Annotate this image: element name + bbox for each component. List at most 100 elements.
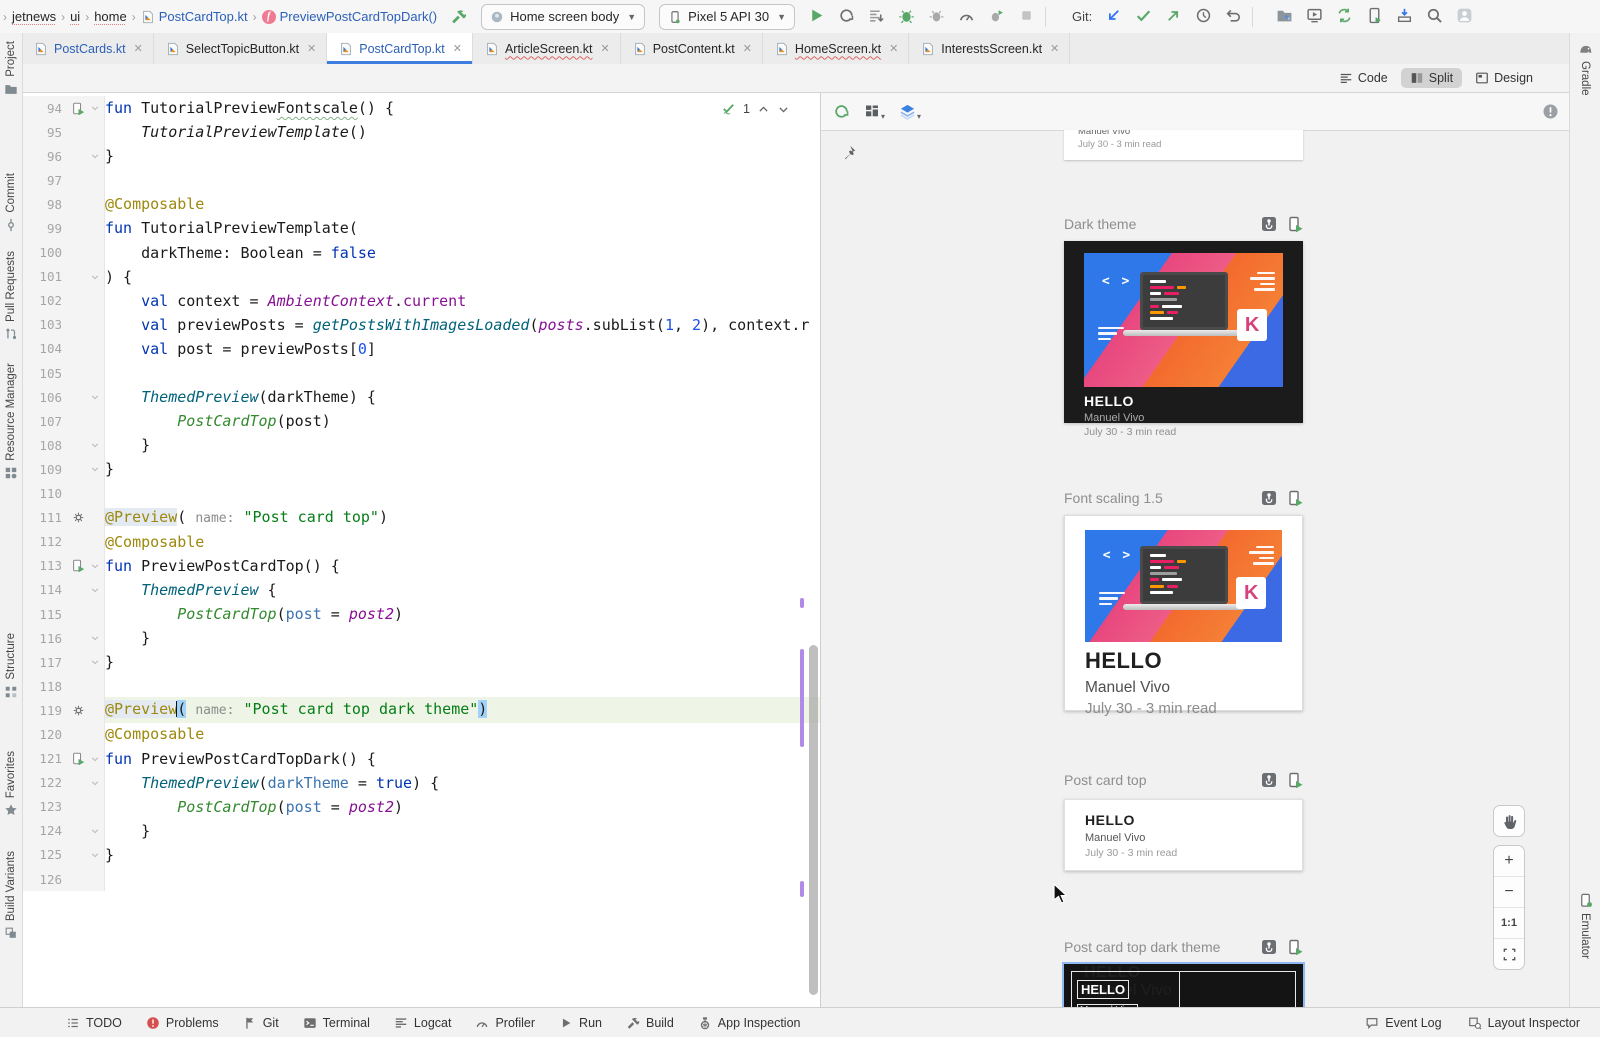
devexp-button[interactable]	[1276, 7, 1293, 24]
statusbar-item-problems[interactable]: Problems	[146, 1016, 219, 1030]
statusbar-item-logcat[interactable]: Logcat	[394, 1016, 452, 1030]
gutter-action[interactable]	[68, 102, 88, 115]
code-line-109[interactable]: 109 }	[22, 457, 820, 481]
close-icon[interactable]: ✕	[600, 42, 609, 55]
issues-icon[interactable]	[1542, 103, 1559, 120]
statusbar-item-layout-inspector[interactable]: Layout Inspector	[1468, 1016, 1580, 1030]
deploy-preview-button[interactable]	[1287, 215, 1303, 233]
preview-card-post-card-top[interactable]: < > K HELLO Manuel Vivo July 30 - 3 min …	[1064, 799, 1303, 871]
code-line-114[interactable]: 114 ThemedPreview {	[22, 578, 820, 602]
issues-icon[interactable]	[1542, 103, 1559, 120]
code-line-121[interactable]: 121 fun PreviewPostCardTopDark() {	[22, 747, 820, 771]
tool-window-button-gradle[interactable]: Gradle	[1570, 41, 1600, 96]
code-line-105[interactable]: 105	[22, 361, 820, 385]
preview-card-dark-theme[interactable]: < > K HELLO Manuel Vivo July 30 - 3 min …	[1064, 241, 1303, 423]
tool-window-button-favorites[interactable]: Favorites	[0, 751, 22, 817]
editor-tab[interactable]: HomeScreen.kt✕	[763, 33, 909, 64]
pan-button[interactable]	[1493, 805, 1525, 837]
check-button[interactable]	[1135, 7, 1152, 24]
applych-button[interactable]	[838, 7, 855, 24]
refresh-preview-icon[interactable]	[833, 103, 850, 120]
statusbar-item-app-inspection[interactable]: App Inspection	[698, 1016, 801, 1030]
statusbar-item-git[interactable]: Git	[243, 1016, 279, 1030]
gutter-action[interactable]	[68, 559, 88, 572]
chevron-up-icon[interactable]	[757, 102, 770, 116]
debug-button[interactable]	[898, 7, 915, 24]
chevup-icon[interactable]	[757, 103, 770, 116]
code-line-95[interactable]: 95 TutorialPreviewTemplate()	[22, 120, 820, 144]
fold-marker-icon[interactable]	[91, 104, 99, 112]
statusbar-item-todo[interactable]: TODO	[66, 1016, 122, 1030]
statusbar-item-run[interactable]: Run	[559, 1016, 602, 1030]
close-icon[interactable]: ✕	[1050, 42, 1059, 55]
tool-window-button-build-variants[interactable]: Build Variants	[0, 851, 22, 940]
tool-window-button-structure[interactable]: Structure	[0, 633, 22, 699]
gutter-action[interactable]	[68, 511, 88, 524]
code-line-123[interactable]: 123 PostCardTop(post = post2)	[22, 795, 820, 819]
editor-tab[interactable]: PostCards.kt✕	[22, 33, 154, 64]
devmgr-button[interactable]	[1306, 7, 1323, 24]
attach-button[interactable]	[928, 7, 945, 24]
pin-icon[interactable]	[840, 144, 857, 161]
layoutval-button[interactable]	[1366, 7, 1383, 24]
breadcrumb-item[interactable]: home	[94, 9, 127, 24]
code-line-102[interactable]: 102 val context = AmbientContext.current	[22, 289, 820, 313]
tool-window-button-emulator[interactable]: Emulator	[1570, 893, 1600, 959]
hammer-icon[interactable]	[450, 8, 467, 25]
view-options-icon[interactable]: ▾	[864, 103, 885, 121]
sdk-button[interactable]	[1396, 7, 1413, 24]
deploy-preview-button[interactable]	[1287, 938, 1303, 956]
build-hammer-icon[interactable]	[450, 8, 467, 25]
close-icon[interactable]: ✕	[453, 42, 462, 55]
code-line-104[interactable]: 104 val post = previewPosts[0]	[22, 337, 820, 361]
run-configuration-select[interactable]: Home screen body ▼	[481, 4, 645, 30]
statusbar-item-profiler[interactable]: Profiler	[475, 1016, 535, 1030]
refresh-icon[interactable]	[833, 103, 850, 120]
zoom-out-button[interactable]: −	[1494, 876, 1524, 907]
editor-tab[interactable]: PostContent.kt✕	[621, 33, 763, 64]
editor-tab[interactable]: ArticleScreen.kt✕	[473, 33, 621, 64]
search-button[interactable]	[1426, 7, 1443, 24]
gear-icon[interactable]	[72, 511, 85, 524]
code-line-108[interactable]: 108 }	[22, 433, 820, 457]
play-button[interactable]	[808, 7, 825, 24]
tool-window-button-project[interactable]: Project	[0, 41, 22, 96]
breadcrumb-item[interactable]: jetnews	[12, 9, 56, 24]
fold-marker-icon[interactable]	[91, 273, 99, 281]
code-editor[interactable]: 1 94 fun TutorialPreviewFontscale() { 95…	[22, 93, 820, 1008]
gutter-action[interactable]	[68, 704, 88, 717]
editor-scrollbar[interactable]	[809, 645, 818, 995]
rollback-button[interactable]	[1225, 7, 1242, 24]
fold-marker-icon[interactable]	[91, 562, 99, 570]
preview-card-partial[interactable]: Manuel Vivo July 30 - 3 min read	[1064, 130, 1303, 160]
editor-tab[interactable]: PostCardTop.kt✕	[327, 33, 473, 64]
zoom-to-fit-button[interactable]	[1494, 938, 1524, 969]
fold-marker-icon[interactable]	[91, 465, 99, 473]
interactive-preview-button[interactable]	[1261, 771, 1277, 789]
editor-tab[interactable]: InterestsScreen.kt✕	[909, 33, 1070, 64]
code-line-126[interactable]: 126	[22, 867, 820, 891]
fold-marker-icon[interactable]	[91, 658, 99, 666]
code-line-122[interactable]: 122 ThemedPreview(darkTheme = true) {	[22, 771, 820, 795]
gear-icon[interactable]	[72, 704, 85, 717]
fold-marker-icon[interactable]	[91, 393, 99, 401]
stopgrey-button[interactable]	[1018, 7, 1035, 24]
zoom-actual-button[interactable]: 1:1	[1494, 907, 1524, 938]
sync-button[interactable]	[1336, 7, 1353, 24]
breadcrumb-item[interactable]: ui	[70, 9, 80, 24]
chevdn-icon[interactable]	[777, 103, 790, 116]
close-icon[interactable]: ✕	[743, 42, 752, 55]
statusbar-item-event-log[interactable]: Event Log	[1365, 1016, 1441, 1030]
gutter-action[interactable]	[68, 752, 88, 765]
zoom-in-button[interactable]: +	[1494, 846, 1524, 876]
tool-window-button-commit[interactable]: Commit	[0, 173, 22, 232]
fold-marker-icon[interactable]	[91, 779, 99, 787]
pin-icon[interactable]	[835, 139, 861, 165]
code-line-97[interactable]: 97	[22, 168, 820, 192]
chevron-down-icon[interactable]	[777, 102, 790, 116]
view-mode-split[interactable]: Split	[1401, 68, 1462, 88]
deploy-preview-button[interactable]	[1287, 489, 1303, 507]
preview-card-post-card-top-dark-theme[interactable]: < > K HELLO Manuel Vivo HELLO Manuel Viv…	[1064, 964, 1303, 1008]
history-button[interactable]	[1195, 7, 1212, 24]
close-icon[interactable]: ✕	[307, 42, 316, 55]
